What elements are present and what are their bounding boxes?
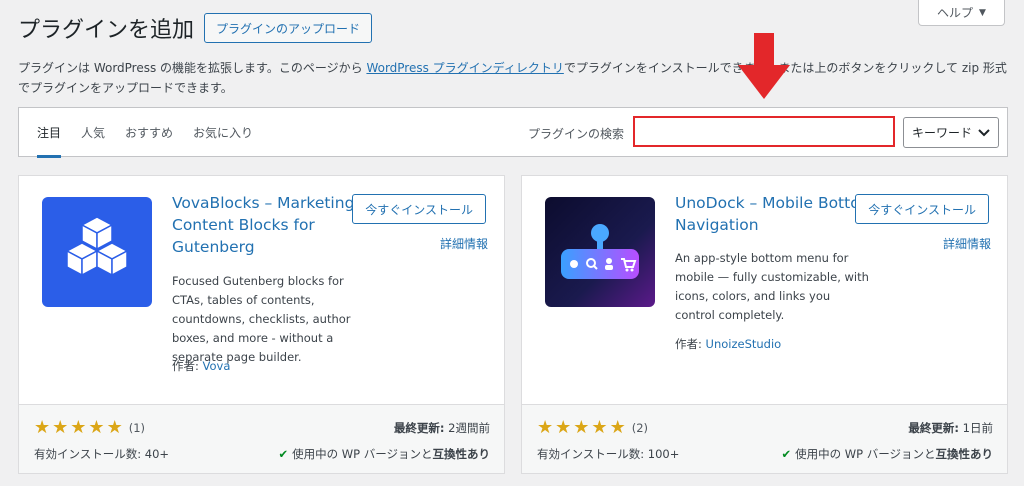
install-now-button[interactable]: 今すぐインストール [855,194,989,224]
star-icon: ★ [88,417,105,438]
cubes-icon [42,197,152,307]
install-now-button[interactable]: 今すぐインストール [352,194,486,224]
checkmark-icon: ✔ [781,447,792,461]
search-type-select[interactable]: キーワード [903,117,999,148]
star-icon: ★ [106,417,123,438]
rating-count: (2) [631,421,648,435]
tab-favorites[interactable]: お気に入り [193,108,253,158]
page-header: プラグインを追加 プラグインのアップロード [18,12,373,44]
rating-count: (1) [128,421,145,435]
active-installs: 有効インストール数: 100+ [537,447,680,461]
page-title: プラグインを追加 [18,18,195,43]
upload-plugin-button[interactable]: プラグインのアップロード [204,13,373,43]
plugin-description: Focused Gutenberg blocks for CTAs, table… [172,274,351,364]
author-link[interactable]: UnoizeStudio [706,337,782,351]
plugin-name-link[interactable]: UnoDock – Mobile Bottom Navigation [675,192,875,236]
active-installs: 有効インストール数: 40+ [34,447,170,461]
plugin-description: An app-style bottom menu for mobile — fu… [675,251,869,322]
card-footer: ★ ★ ★ ★ ★ (1) 有効インストール数: 40+ 最終更新: 2週間前 … [19,404,504,473]
caret-down-icon: ▼ [979,7,986,18]
plugin-author: 作者: UnoizeStudio [675,337,782,351]
plugin-search-input[interactable] [635,118,893,145]
tab-recommended[interactable]: おすすめ [125,108,173,158]
help-button[interactable]: ヘルプ ▼ [918,0,1005,26]
star-rating: ★ ★ ★ ★ ★ (2) [537,419,648,437]
filter-bar: 注目 人気 おすすめ お気に入り プラグインの検索 キーワード [18,107,1008,158]
help-label: ヘルプ [937,6,974,20]
more-details-link[interactable]: 詳細情報 [943,235,991,252]
chevron-down-icon [978,128,990,136]
star-icon: ★ [34,417,51,438]
mobile-navbar-icon [545,197,655,307]
more-details-link[interactable]: 詳細情報 [440,235,488,252]
compatibility-status: ✔ 使用中の WP バージョンと互換性あり [278,447,490,461]
star-icon: ★ [591,417,608,438]
star-icon: ★ [52,417,69,438]
author-link[interactable]: Vova [203,359,231,373]
star-icon: ★ [537,417,554,438]
plugin-card: VovaBlocks – Marketing & Content Blocks … [18,175,505,474]
star-icon: ★ [70,417,87,438]
search-input-highlight [633,116,895,147]
intro-text: プラグインは WordPress の機能を拡張します。このページから WordP… [18,61,1007,95]
compatibility-status: ✔ 使用中の WP バージョンと互換性あり [781,447,993,461]
star-icon: ★ [573,417,590,438]
plugin-name-link[interactable]: VovaBlocks – Marketing & Content Blocks … [172,192,372,258]
plugin-author: 作者: Vova [172,359,231,373]
plugin-directory-link[interactable]: WordPress プラグインディレクトリ [366,61,563,75]
checkmark-icon: ✔ [278,447,289,461]
star-rating: ★ ★ ★ ★ ★ (1) [34,419,145,437]
tab-featured[interactable]: 注目 [37,108,62,158]
card-footer: ★ ★ ★ ★ ★ (2) 有効インストール数: 100+ 最終更新: 1日前 … [522,404,1007,473]
star-icon: ★ [555,417,572,438]
search-label: プラグインの検索 [528,127,625,141]
star-icon: ★ [609,417,626,438]
tab-popular[interactable]: 人気 [81,108,105,158]
red-arrow-annotation [738,33,790,99]
filter-tabs: 注目 人気 おすすめ お気に入り [37,108,273,158]
last-updated: 最終更新: 1日前 [908,421,993,435]
search-type-value: キーワード [912,126,973,140]
plugin-card: UnoDock – Mobile Bottom Navigation 今すぐイン… [521,175,1008,474]
last-updated: 最終更新: 2週間前 [393,421,490,435]
